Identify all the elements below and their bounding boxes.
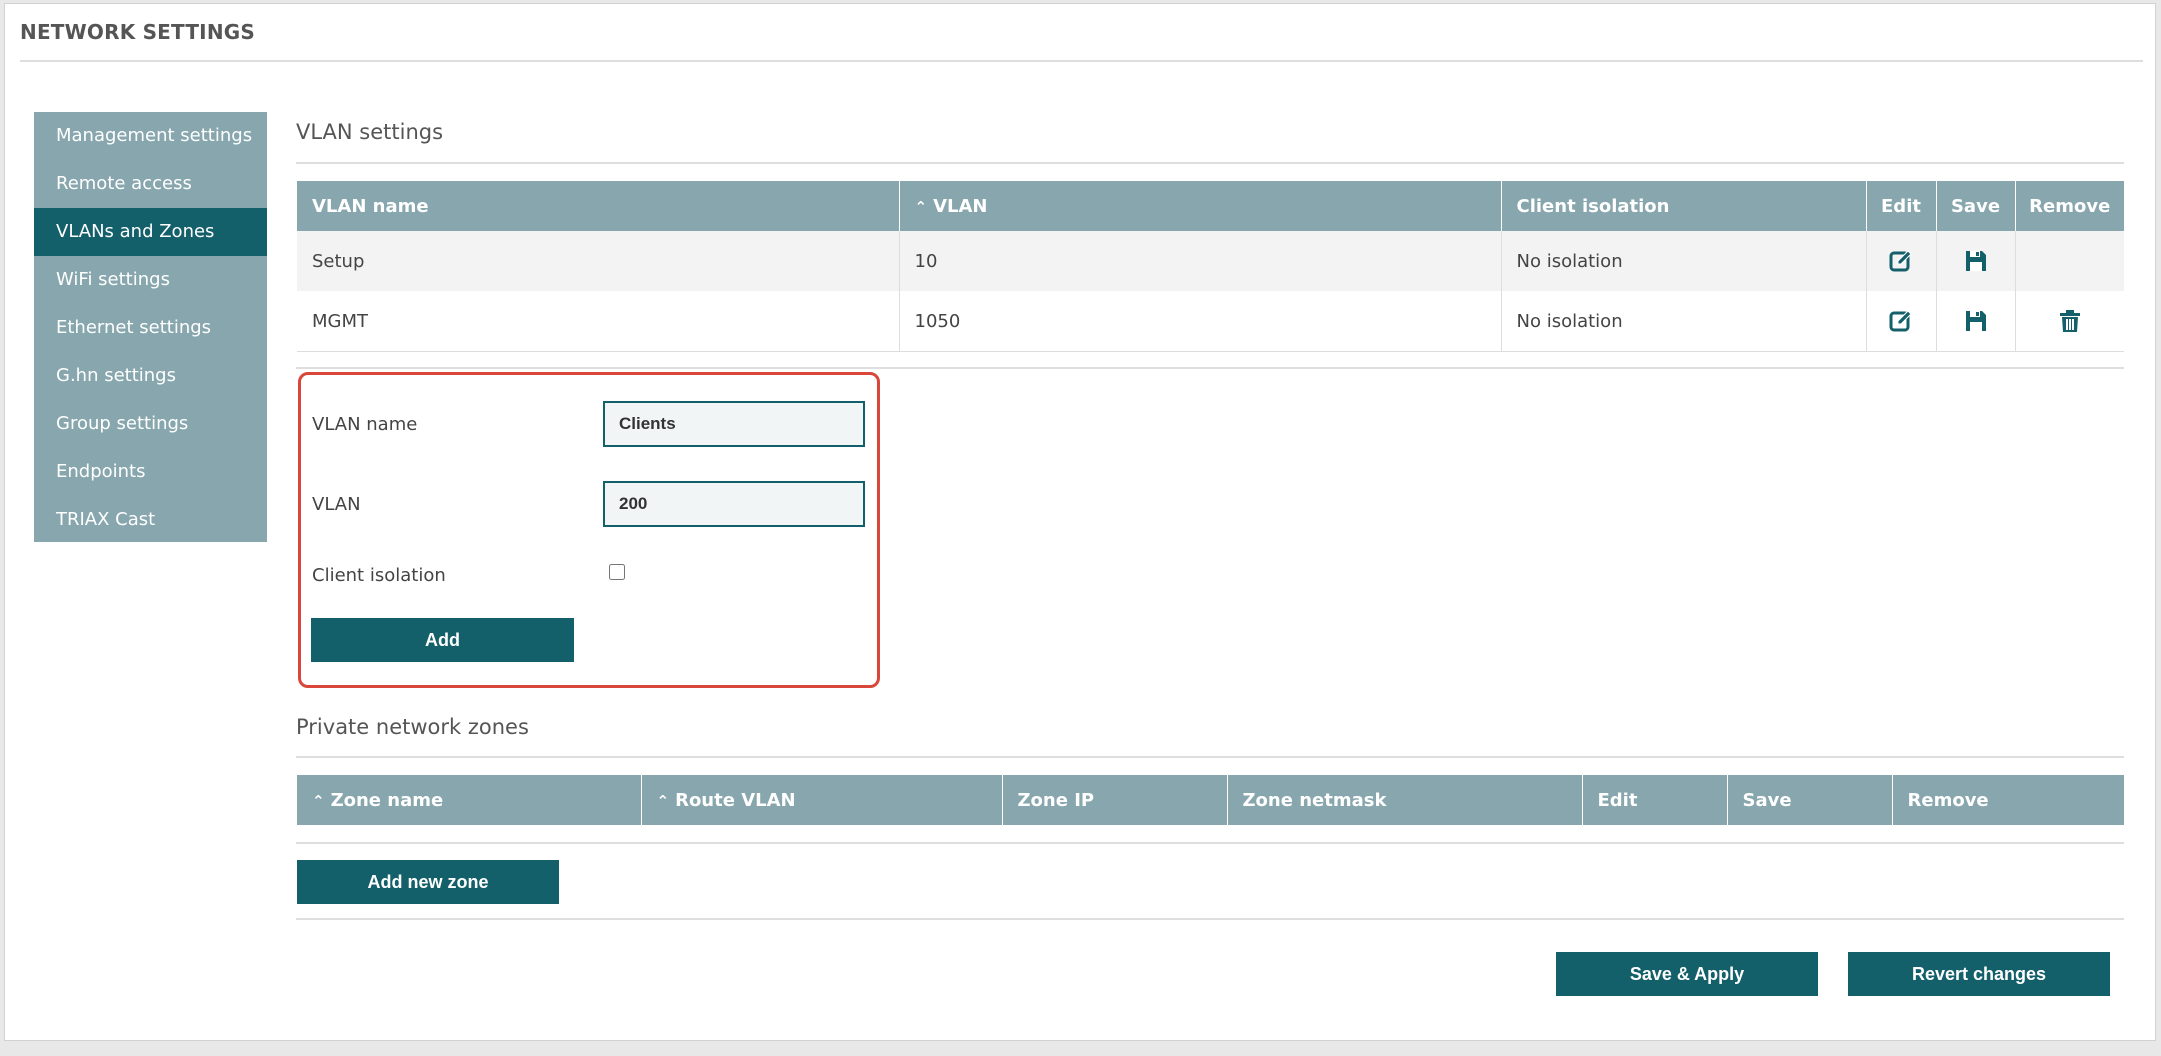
table-row: Setup 10 No isolation: [297, 231, 2124, 291]
col-zone-name[interactable]: ⌃ Zone name: [297, 775, 642, 825]
cell-vlan-name: Setup: [297, 231, 900, 291]
col-edit: Edit: [1866, 181, 1937, 231]
sidebar-item-remote-access[interactable]: Remote access: [34, 160, 267, 208]
sidebar-item-ghn-settings[interactable]: G.hn settings: [34, 352, 267, 400]
add-vlan-button[interactable]: Add: [311, 618, 574, 662]
zones-table-divider: [296, 842, 2124, 844]
footer-divider: [296, 918, 2124, 920]
cell-edit: [1866, 231, 1937, 291]
client-isolation-label: Client isolation: [312, 565, 446, 586]
col-route-vlan-label: Route VLAN: [675, 789, 796, 811]
cell-edit: [1866, 291, 1937, 352]
save-icon[interactable]: [1963, 248, 1989, 274]
sidebar-item-triax-cast[interactable]: TRIAX Cast: [34, 496, 267, 544]
col-zone-edit: Edit: [1582, 775, 1728, 825]
sidebar-item-group-settings[interactable]: Group settings: [34, 400, 267, 448]
sort-up-icon: ⌃: [914, 197, 928, 216]
cell-remove: [2015, 291, 2124, 352]
col-zone-save: Save: [1727, 775, 1893, 825]
vlan-id-input[interactable]: [603, 481, 865, 527]
col-save: Save: [1936, 181, 2016, 231]
col-client-isolation[interactable]: Client isolation: [1501, 181, 1867, 231]
sidebar-nav: Management settings Remote access VLANs …: [34, 112, 267, 542]
sort-up-icon: ⌃: [312, 791, 325, 810]
save-icon[interactable]: [1963, 308, 1989, 334]
vlan-name-label: VLAN name: [312, 414, 418, 435]
col-zone-name-label: Zone name: [330, 789, 444, 811]
zones-table: ⌃ Zone name ⌃ Route VLAN Zone IP Zone netm…: [297, 775, 2124, 825]
cell-remove: [2015, 231, 2124, 291]
vlan-table-divider: [296, 367, 2124, 369]
sort-up-icon: ⌃: [656, 791, 670, 810]
col-zone-netmask[interactable]: Zone netmask: [1227, 775, 1583, 825]
sidebar-item-wifi-settings[interactable]: WiFi settings: [34, 256, 267, 304]
col-zone-remove: Remove: [1892, 775, 2124, 825]
vlan-table-header: VLAN name ⌃ VLAN Client isolation Edit Sa…: [297, 181, 2124, 231]
cell-vlan-id: 10: [899, 231, 1502, 291]
cell-vlan-name: MGMT: [297, 291, 900, 352]
vlan-id-label: VLAN: [312, 494, 361, 515]
page-title: NETWORK SETTINGS: [20, 20, 255, 44]
sidebar-item-ethernet-settings[interactable]: Ethernet settings: [34, 304, 267, 352]
col-remove: Remove: [2015, 181, 2124, 231]
vlan-name-input[interactable]: [603, 401, 865, 447]
zones-table-header: ⌃ Zone name ⌃ Route VLAN Zone IP Zone netm…: [297, 775, 2124, 825]
revert-changes-button[interactable]: Revert changes: [1848, 952, 2110, 996]
col-route-vlan[interactable]: ⌃ Route VLAN: [641, 775, 1003, 825]
edit-icon[interactable]: [1888, 248, 1914, 274]
vlan-section-divider: [296, 162, 2124, 164]
vlan-table: VLAN name ⌃ VLAN Client isolation Edit Sa…: [297, 181, 2124, 352]
title-divider: [20, 60, 2143, 62]
vlan-section-title: VLAN settings: [296, 120, 444, 144]
cell-save: [1936, 231, 2016, 291]
client-isolation-checkbox[interactable]: [609, 564, 625, 580]
edit-icon[interactable]: [1888, 308, 1914, 334]
cell-client-isolation: No isolation: [1501, 291, 1867, 352]
col-vlan-label: VLAN: [933, 195, 988, 217]
table-row: MGMT 1050 No isolation: [297, 291, 2124, 352]
cell-client-isolation: No isolation: [1501, 231, 1867, 291]
col-zone-ip[interactable]: Zone IP: [1002, 775, 1228, 825]
sidebar-item-endpoints[interactable]: Endpoints: [34, 448, 267, 496]
zones-section-title: Private network zones: [296, 715, 529, 739]
sidebar-item-vlans-and-zones[interactable]: VLANs and Zones: [34, 208, 267, 256]
trash-icon[interactable]: [2057, 308, 2083, 334]
col-vlan[interactable]: ⌃ VLAN: [899, 181, 1502, 231]
cell-vlan-id: 1050: [899, 291, 1502, 352]
save-apply-button[interactable]: Save & Apply: [1556, 952, 1818, 996]
cell-save: [1936, 291, 2016, 352]
col-vlan-name[interactable]: VLAN name: [297, 181, 900, 231]
zones-section-divider: [296, 756, 2124, 758]
sidebar-item-management-settings[interactable]: Management settings: [34, 112, 267, 160]
add-new-zone-button[interactable]: Add new zone: [297, 860, 559, 904]
